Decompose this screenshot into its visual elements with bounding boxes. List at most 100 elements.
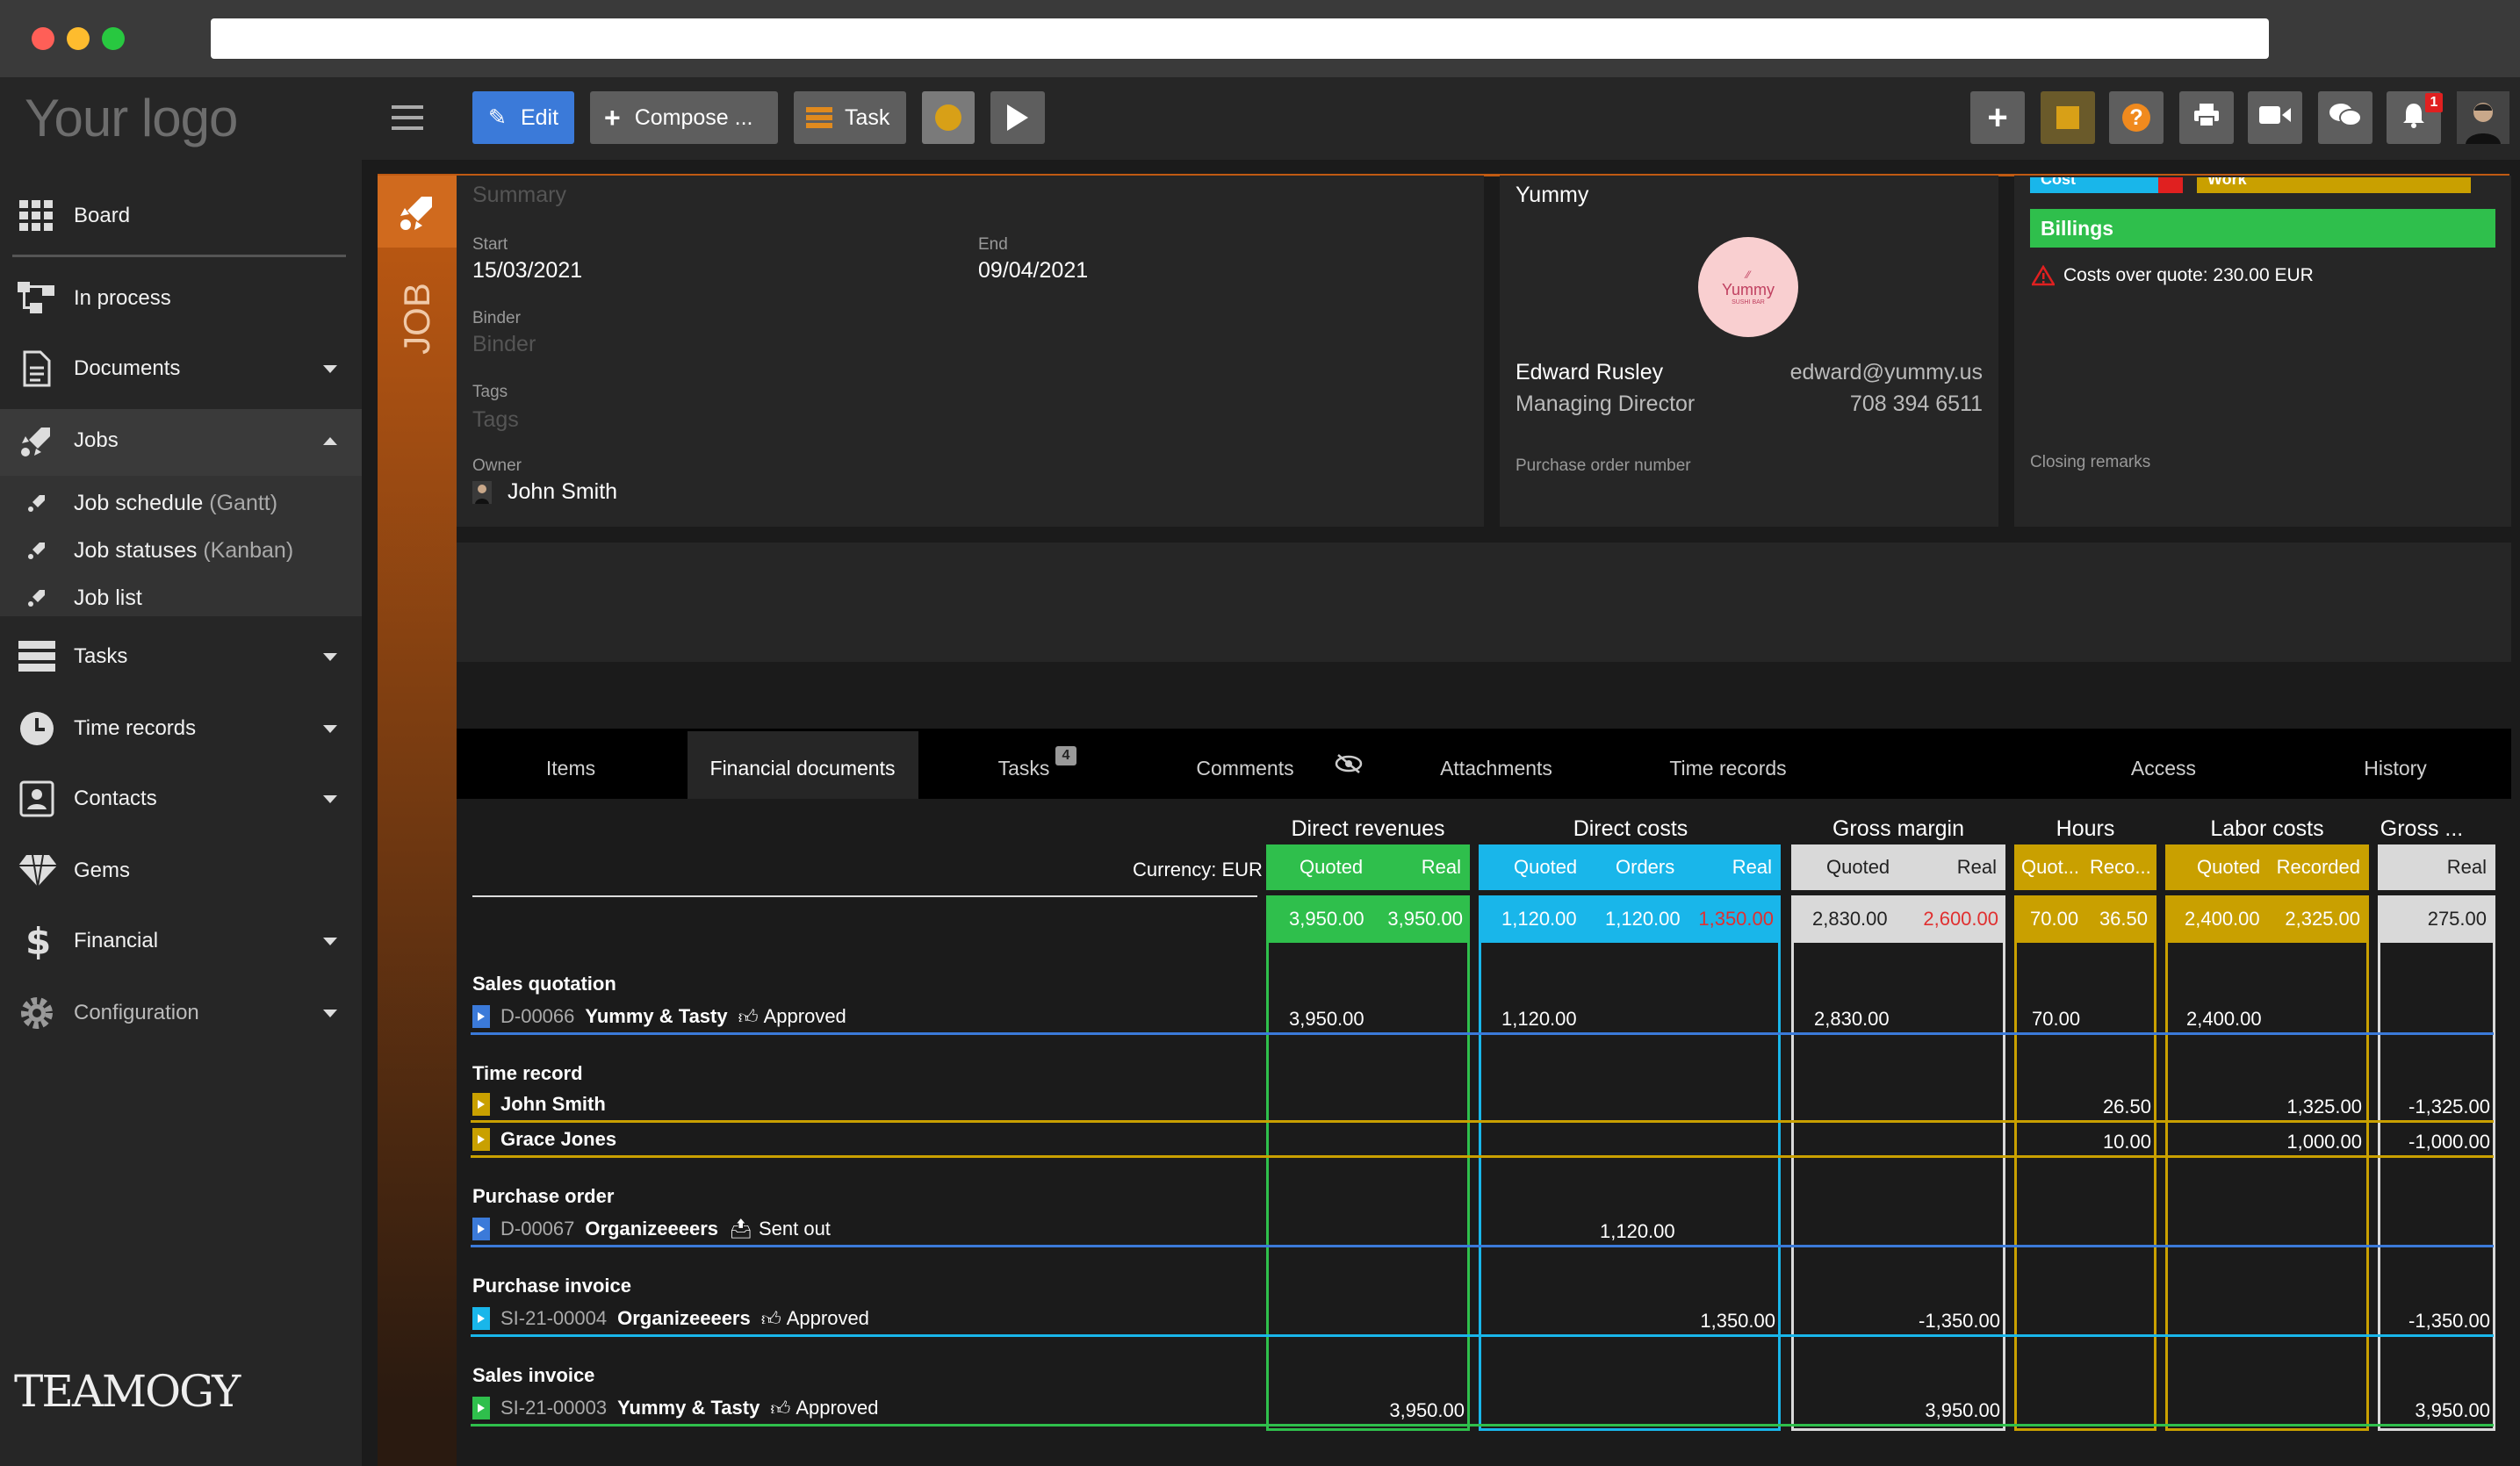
play-button[interactable]	[990, 91, 1045, 144]
tab-tasks[interactable]: Tasks	[998, 757, 1050, 780]
plus-icon: +	[604, 101, 621, 133]
note-button[interactable]	[2041, 91, 2095, 144]
dr-quoted-header[interactable]: Quoted	[1300, 856, 1363, 879]
tab-history[interactable]: History	[2364, 757, 2427, 780]
dc-orders-header[interactable]: Orders	[1616, 856, 1674, 879]
table-row[interactable]: SI-21-00004 Organizeeeers 👍︎ Approved	[472, 1306, 869, 1331]
cell-value: 2,830.00	[1814, 1008, 1890, 1030]
client-name[interactable]: Yummy	[1516, 183, 1588, 208]
expand-icon[interactable]	[472, 1128, 490, 1151]
sidebar-item-contacts[interactable]: Contacts	[0, 780, 362, 818]
timer-button[interactable]	[922, 91, 975, 144]
expand-icon[interactable]	[472, 1307, 490, 1330]
hamburger-menu-button[interactable]	[392, 105, 427, 136]
h-quoted-header[interactable]: Quot...	[2021, 856, 2079, 879]
sidebar-item-job-statuses[interactable]: Job statuses (Kanban)	[0, 534, 362, 567]
gm-real-header[interactable]: Real	[1957, 856, 1997, 879]
user-avatar[interactable]	[2457, 91, 2509, 144]
h-recorded-header[interactable]: Reco...	[2090, 856, 2151, 879]
g-real-header[interactable]: Real	[2447, 856, 2487, 879]
tab-time-records[interactable]: Time records	[1669, 757, 1786, 780]
tags-field[interactable]: Tags	[472, 407, 519, 433]
dr-real-total: 3,950.00	[1387, 908, 1463, 930]
sidebar-item-board[interactable]: Board	[0, 197, 362, 235]
address-bar[interactable]	[211, 18, 2269, 59]
video-camera-icon	[2259, 104, 2291, 132]
tab-attachments[interactable]: Attachments	[1440, 757, 1552, 780]
play-icon	[1007, 104, 1028, 131]
table-row[interactable]: John Smith	[472, 1092, 616, 1117]
tab-items[interactable]: Items	[546, 757, 595, 780]
sidebar-item-gems[interactable]: Gems	[0, 852, 362, 890]
expand-icon[interactable]	[472, 1093, 490, 1116]
add-button[interactable]: +	[1970, 91, 2025, 144]
sidebar-item-job-list[interactable]: Job list	[0, 581, 362, 614]
print-button[interactable]	[2179, 91, 2234, 144]
sticky-note-icon	[2056, 106, 2079, 129]
sidebar-item-suffix: (Kanban)	[203, 537, 294, 563]
lc-recorded-header[interactable]: Recorded	[2277, 856, 2360, 879]
owner-label: Owner	[472, 456, 522, 475]
lc-quoted-header[interactable]: Quoted	[2197, 856, 2260, 879]
currency-label: Currency: EUR	[1133, 859, 1263, 880]
cell-value: -1,000.00	[2408, 1131, 2490, 1153]
sidebar-item-documents[interactable]: Documents	[0, 349, 362, 388]
table-row[interactable]: Grace Jones	[472, 1127, 627, 1152]
minimize-window-button[interactable]	[67, 27, 90, 50]
cell-value: -1,325.00	[2408, 1096, 2490, 1117]
summary-field[interactable]: Summary	[472, 183, 566, 208]
sidebar-item-job-schedule[interactable]: Job schedule (Gantt)	[0, 486, 362, 520]
table-row[interactable]: D-00067 Organizeeeers 📤︎ Sent out	[472, 1217, 831, 1241]
document-party: Organizeeeers	[585, 1218, 719, 1240]
sidebar-item-label: Board	[74, 204, 131, 227]
sidebar-item-label: Job list	[74, 585, 142, 610]
task-button[interactable]: Task	[794, 91, 906, 144]
edit-button[interactable]: ✎ Edit	[472, 91, 574, 144]
sidebar-item-financial[interactable]: $ Financial	[0, 921, 362, 961]
cell-value: 1,350.00	[1700, 1310, 1775, 1332]
sidebar-item-configuration[interactable]: Configuration	[0, 994, 362, 1032]
dc-subheader: Quoted Orders Real	[1479, 844, 1781, 890]
dc-real-header[interactable]: Real	[1732, 856, 1772, 879]
dr-real-header[interactable]: Real	[1422, 856, 1461, 879]
help-button[interactable]: ?	[2109, 91, 2164, 144]
expand-icon[interactable]	[472, 1397, 490, 1419]
gm-subheader: Quoted Real	[1791, 844, 2005, 890]
closing-remarks-label: Closing remarks	[2030, 453, 2151, 471]
owner-name[interactable]: John Smith	[508, 479, 617, 505]
compose-label: Compose ...	[634, 104, 753, 130]
close-window-button[interactable]	[32, 27, 54, 50]
sidebar-item-label: Configuration	[74, 1001, 199, 1024]
maximize-window-button[interactable]	[102, 27, 125, 50]
document-status: Approved	[786, 1307, 869, 1329]
tab-comments[interactable]: Comments	[1196, 757, 1293, 780]
end-date[interactable]: 09/04/2021	[978, 258, 1088, 284]
expand-icon[interactable]	[472, 1005, 490, 1028]
sidebar-item-jobs[interactable]: Jobs	[0, 421, 362, 460]
sidebar-item-suffix: (Gantt)	[209, 490, 278, 515]
chevron-down-icon	[323, 365, 337, 373]
table-row[interactable]: D-00066 Yummy & Tasty 👍︎ Approved	[472, 1004, 846, 1029]
rocket-icon	[18, 531, 56, 570]
contact-phone[interactable]: 708 394 6511	[1807, 392, 1983, 417]
dc-quoted-header[interactable]: Quoted	[1514, 856, 1577, 879]
table-row[interactable]: SI-21-00003 Yummy & Tasty 👍︎ Approved	[472, 1396, 879, 1420]
compose-button[interactable]: + Compose ...	[590, 91, 778, 144]
tab-access[interactable]: Access	[2131, 757, 2196, 780]
eye-slash-icon[interactable]	[1335, 753, 1363, 779]
sidebar-item-in-process[interactable]: In process	[0, 279, 362, 318]
tab-financial-documents[interactable]: Financial documents	[710, 757, 896, 780]
rocket-icon	[378, 176, 457, 248]
sidebar-item-time-records[interactable]: Time records	[0, 709, 362, 748]
start-date[interactable]: 15/03/2021	[472, 258, 582, 284]
direct-costs-header: Direct costs	[1573, 816, 1688, 841]
contact-name[interactable]: Edward Rusley	[1516, 360, 1663, 385]
sidebar-item-tasks[interactable]: Tasks	[0, 637, 362, 676]
gm-quoted-header[interactable]: Quoted	[1826, 856, 1890, 879]
chat-button[interactable]	[2318, 91, 2372, 144]
expand-icon[interactable]	[472, 1218, 490, 1240]
video-button[interactable]	[2248, 91, 2302, 144]
binder-field[interactable]: Binder	[472, 332, 536, 357]
app-logo[interactable]: Your logo	[25, 88, 238, 148]
contact-email[interactable]: edward@yummy.us	[1789, 360, 1983, 385]
